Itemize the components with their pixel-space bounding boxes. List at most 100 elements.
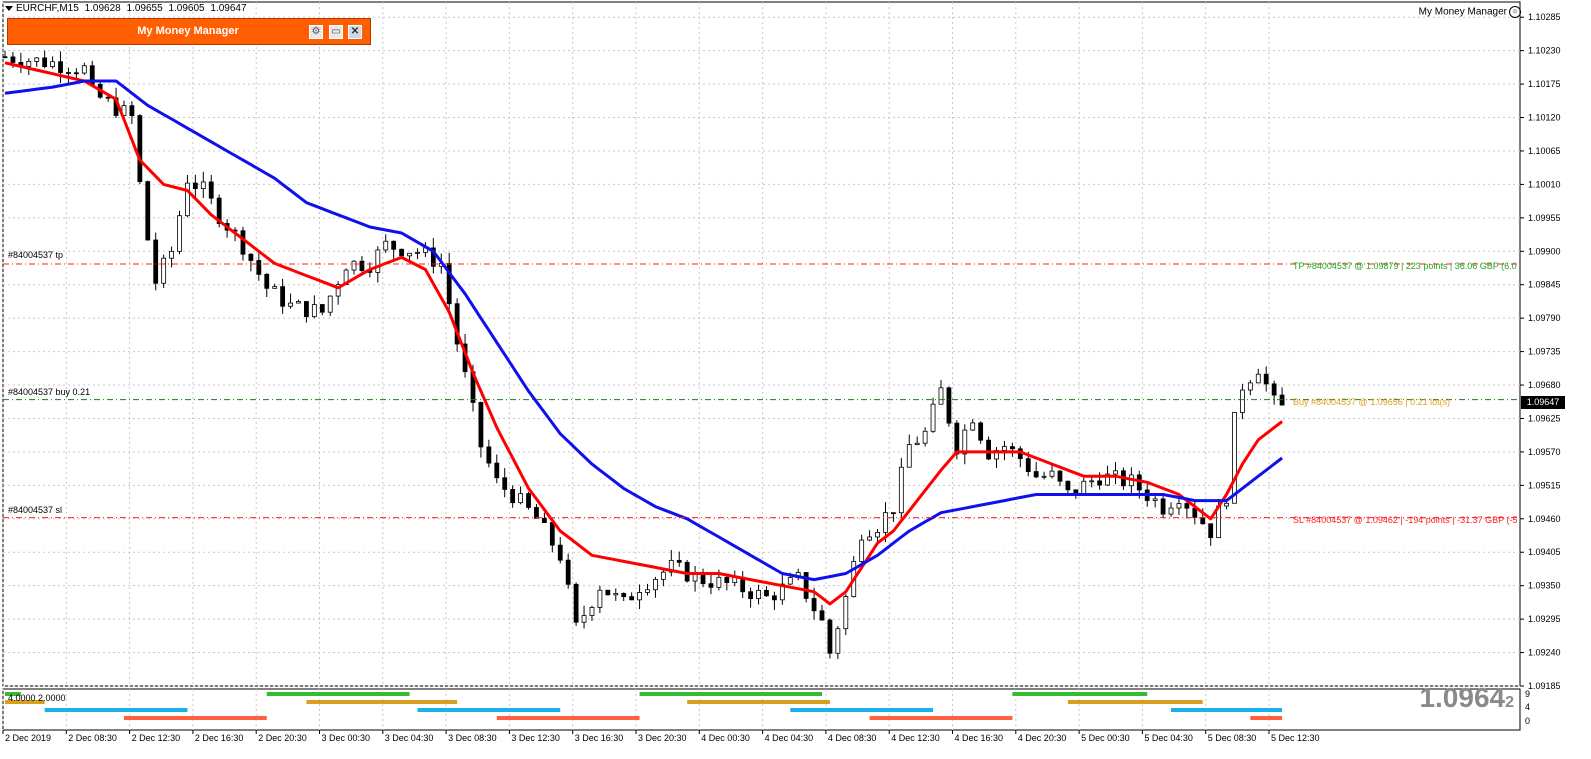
candle-body <box>645 589 650 593</box>
low-price: 1.09605 <box>168 3 205 14</box>
candle-body <box>772 595 777 601</box>
y-tick-label: 1.10120 <box>1528 113 1561 123</box>
candle-body <box>835 628 841 654</box>
expert-advisor-label: My Money Manager ☺ <box>1419 6 1521 18</box>
candle-body <box>621 593 627 598</box>
candle-body <box>549 522 555 546</box>
candle-body <box>637 592 642 601</box>
candle-body <box>1033 471 1039 478</box>
candle-body <box>161 257 167 284</box>
candle-body <box>1097 480 1103 486</box>
expert-advisor-name: My Money Manager <box>1418 6 1507 18</box>
candle-body <box>922 430 928 444</box>
candle-body <box>1240 389 1245 413</box>
tp-line-info: TP #84004537 @ 1.09879 | 223 points | 36… <box>1293 261 1517 271</box>
candle-body <box>208 181 214 199</box>
indicator-values: 4.0000 2.0000 <box>8 693 66 703</box>
candle-body <box>676 559 682 563</box>
candle-body <box>938 387 944 405</box>
main-chart-frame <box>2 1 1521 687</box>
candle-body <box>1200 517 1206 525</box>
fast-ma-line <box>4 61 1284 606</box>
candle-body <box>1247 382 1253 391</box>
candle-body <box>708 583 714 588</box>
candle-body <box>192 182 198 189</box>
candle-body <box>486 446 492 464</box>
candle-body <box>1057 470 1063 482</box>
y-tick-label: 1.10010 <box>1528 179 1561 189</box>
candle-body <box>764 589 769 597</box>
y-tick-label: 1.09295 <box>1528 614 1561 624</box>
candle-body <box>288 302 293 307</box>
open-price: 1.09628 <box>84 3 121 14</box>
smiley-icon[interactable]: ☺ <box>1509 6 1521 18</box>
close-icon[interactable]: ✕ <box>348 25 362 39</box>
candle-body <box>1160 498 1166 515</box>
minimize-icon[interactable]: ▭ <box>329 25 343 39</box>
candle-body <box>526 493 531 508</box>
candle-body <box>748 591 754 600</box>
big-price-pipette: 2 <box>1505 694 1514 711</box>
candle-body <box>319 304 325 313</box>
candle-body <box>42 57 48 68</box>
symbol-info: EURCHF,M15 1.09628 1.09655 1.09605 1.096… <box>5 3 250 14</box>
y-tick-label: 1.09735 <box>1528 347 1561 357</box>
symbol-timeframe: EURCHF,M15 <box>16 3 79 14</box>
chart-canvas[interactable]: 1.10285 1.10230 1.10175 1.10120 1.10065 1.100… <box>0 0 1591 759</box>
candle-body <box>177 215 182 252</box>
x-tick-label: 4 Dec 16:30 <box>955 733 1004 743</box>
x-tick-label: 2 Dec 2019 <box>5 733 51 743</box>
candle-body <box>129 105 135 117</box>
candle-body <box>248 253 254 261</box>
candle-body <box>1081 480 1087 495</box>
x-tick-label: 5 Dec 12:30 <box>1271 733 1320 743</box>
settings-gear-icon[interactable]: ⚙ <box>309 25 323 39</box>
candle-body <box>613 593 619 596</box>
candle-body <box>962 429 968 455</box>
candle-body <box>875 531 880 538</box>
dropdown-arrow-icon[interactable] <box>5 5 13 11</box>
x-tick-label: 3 Dec 16:30 <box>575 733 624 743</box>
x-tick-label: 4 Dec 20:30 <box>1018 733 1067 743</box>
candle-body <box>1232 412 1237 504</box>
candle-body <box>1065 480 1071 491</box>
x-tick-label: 5 Dec 04:30 <box>1144 733 1193 743</box>
candle-body <box>105 96 111 99</box>
candle-body <box>169 250 174 259</box>
candle-body <box>478 402 484 448</box>
candle-body <box>1271 383 1277 396</box>
candle-body <box>946 387 952 424</box>
candle-body <box>787 577 793 585</box>
candle-body <box>50 61 55 68</box>
candle-body <box>81 65 87 74</box>
candle-body <box>58 61 63 73</box>
x-tick-label: 4 Dec 08:30 <box>828 733 877 743</box>
candle-body <box>565 559 571 585</box>
candle-body <box>883 512 888 533</box>
y-tick-label: 1.09845 <box>1528 280 1561 290</box>
candle-body <box>1009 446 1015 450</box>
indicator-scale-bottom: 0 <box>1525 716 1531 726</box>
candle-body <box>1208 523 1214 539</box>
candle-body <box>34 57 40 62</box>
money-manager-panel[interactable]: My Money Manager ⚙ ▭ ✕ <box>7 18 371 45</box>
tp-line-label: #84004537 tp <box>8 250 64 260</box>
candle-body <box>914 442 920 445</box>
candle-body <box>653 578 658 591</box>
y-tick-label: 1.10175 <box>1528 79 1561 89</box>
x-tick-label: 4 Dec 12:30 <box>891 733 940 743</box>
slow-ma-line <box>4 79 1284 582</box>
y-tick-label: 1.09405 <box>1528 547 1561 557</box>
candle-body <box>581 615 587 623</box>
candle-body <box>1113 470 1118 475</box>
candle-body <box>1002 446 1007 451</box>
candle-body <box>660 571 666 580</box>
y-tick-label: 1.09955 <box>1528 213 1561 223</box>
candle-body <box>629 596 635 601</box>
x-tick-label: 2 Dec 16:30 <box>195 733 244 743</box>
y-tick-label: 1.09185 <box>1528 681 1561 691</box>
candle-body <box>327 295 333 313</box>
candle-body <box>304 301 309 318</box>
y-tick-label: 1.09900 <box>1528 246 1561 256</box>
candle-body <box>407 252 412 257</box>
